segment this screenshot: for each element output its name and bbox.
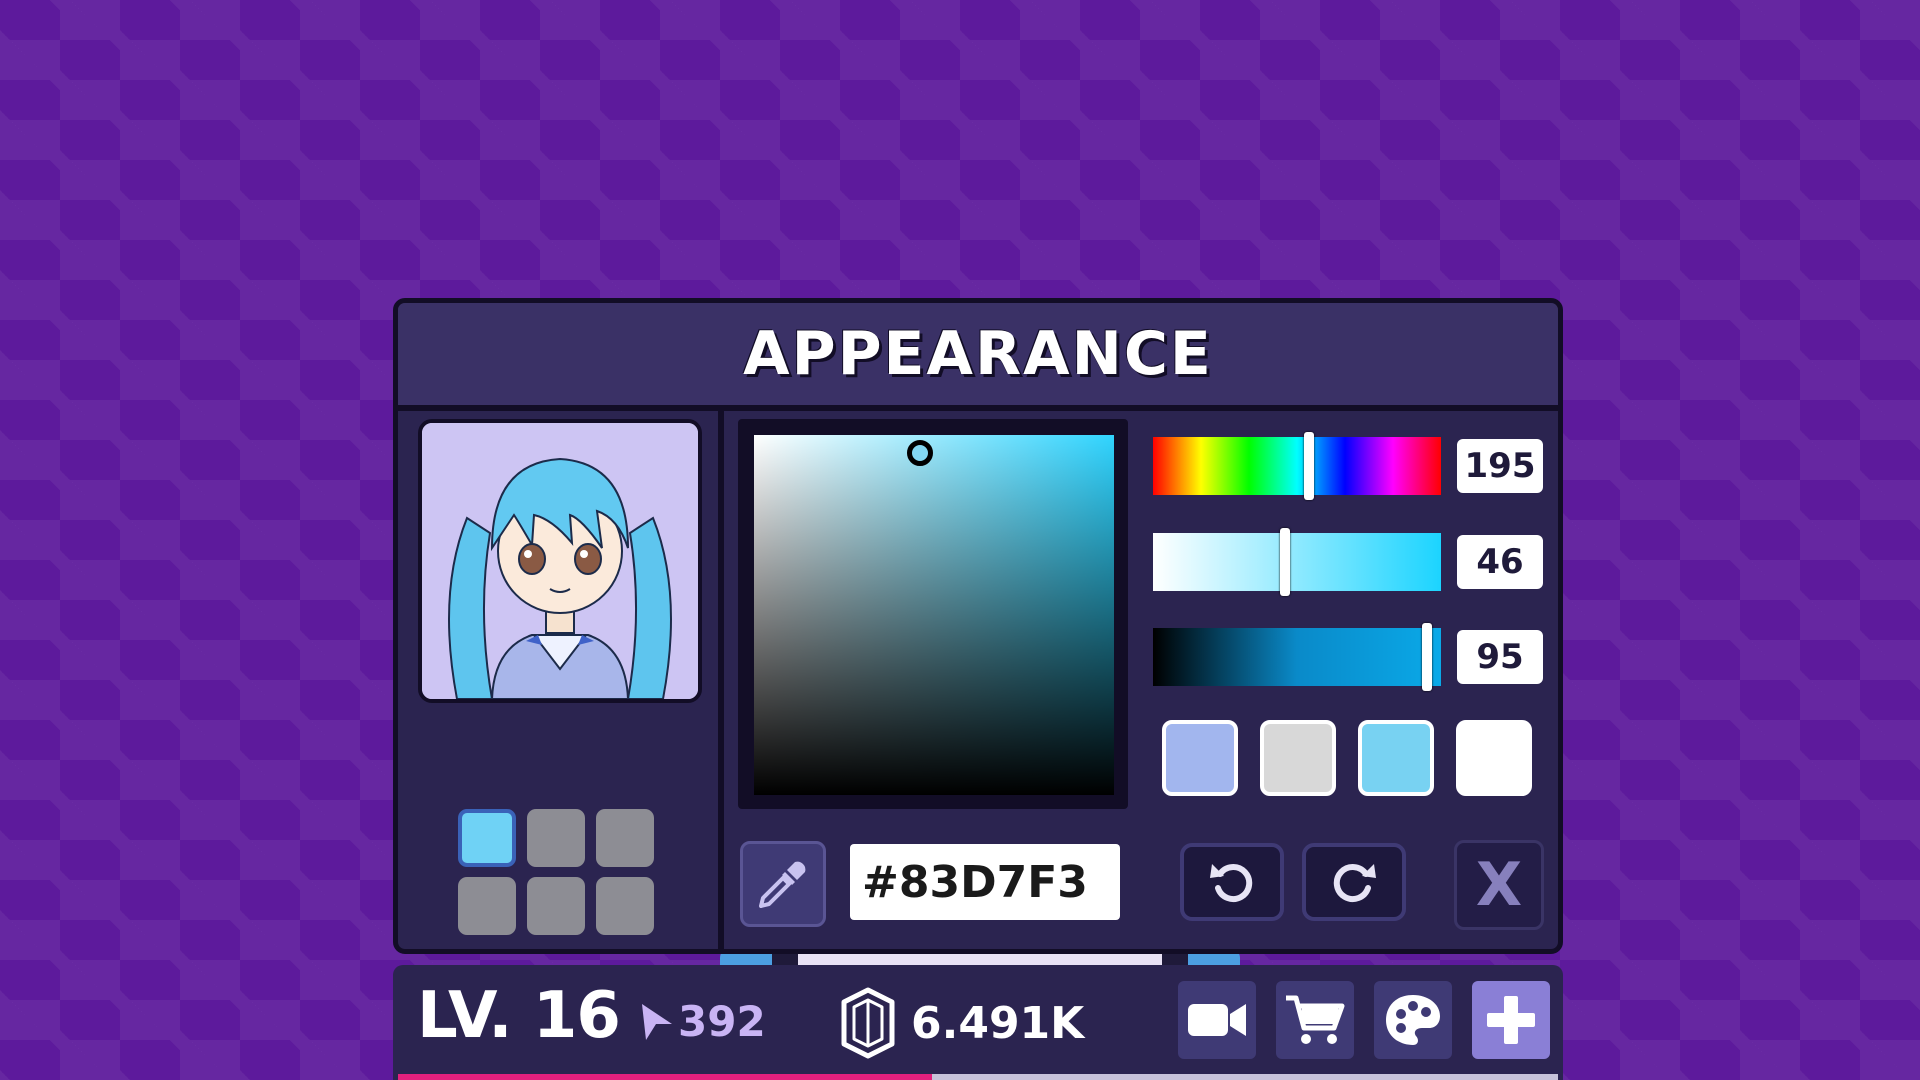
- swatch-4[interactable]: [1456, 720, 1532, 796]
- xp-progress-fill: [398, 1074, 932, 1080]
- hue-slider[interactable]: [1153, 432, 1441, 500]
- color-slot-3[interactable]: [596, 809, 654, 867]
- undo-button[interactable]: [1180, 843, 1284, 921]
- saturation-slider[interactable]: [1153, 528, 1441, 596]
- arrow-value: 392: [678, 997, 766, 1046]
- saturation-value-picker[interactable]: [738, 419, 1128, 809]
- xp-progress-bar: [398, 1074, 1558, 1080]
- title-bar: APPEARANCE: [398, 303, 1558, 411]
- hue-slider-handle[interactable]: [1303, 432, 1314, 500]
- gem-value: 6.491K: [911, 997, 1085, 1049]
- value-slider-handle[interactable]: [1421, 623, 1432, 691]
- swatch-2[interactable]: [1260, 720, 1336, 796]
- cursor-arrow-icon: [642, 1003, 672, 1040]
- color-picker-cursor[interactable]: [906, 440, 933, 466]
- character-portrait: [418, 419, 702, 703]
- character-avatar-image: [422, 423, 698, 699]
- close-label: X: [1475, 850, 1523, 920]
- shopping-cart-icon: [1286, 995, 1345, 1044]
- video-camera-icon: [1188, 1004, 1246, 1036]
- color-slot-6[interactable]: [596, 877, 654, 935]
- color-slot-1[interactable]: [458, 809, 516, 867]
- appearance-panel: APPEARANCE 195 46 95 #83D7F3 X: [393, 298, 1563, 954]
- shop-button[interactable]: [1276, 981, 1354, 1059]
- saturation-track[interactable]: [1153, 533, 1441, 591]
- eyedropper-icon: [759, 861, 806, 908]
- add-button[interactable]: [1472, 981, 1550, 1059]
- left-column: [398, 411, 724, 949]
- undo-icon: [1210, 864, 1253, 903]
- gem-count: 6.491K: [841, 987, 1084, 1059]
- bottom-status-bar: LV. 16 392 6.491K: [393, 965, 1563, 1080]
- color-slot-5[interactable]: [527, 877, 585, 935]
- hue-track[interactable]: [1153, 437, 1441, 495]
- saturation-value[interactable]: 46: [1457, 535, 1543, 589]
- saturation-value-field[interactable]: [754, 435, 1114, 795]
- value-track[interactable]: [1153, 628, 1441, 686]
- redo-button[interactable]: [1302, 843, 1406, 921]
- eyedropper-button[interactable]: [740, 841, 826, 927]
- arrow-count: 392: [638, 997, 766, 1046]
- color-slot-4[interactable]: [458, 877, 516, 935]
- brightness-value[interactable]: 95: [1457, 630, 1543, 684]
- panel-title: APPEARANCE: [743, 319, 1213, 389]
- palette-button[interactable]: [1374, 981, 1452, 1059]
- palette-icon: [1386, 995, 1440, 1045]
- redo-icon: [1333, 864, 1376, 903]
- swatch-3[interactable]: [1358, 720, 1434, 796]
- player-level: LV. 16: [417, 979, 621, 1053]
- color-slot-grid: [458, 809, 658, 935]
- saturation-slider-handle[interactable]: [1280, 528, 1291, 596]
- video-button[interactable]: [1178, 981, 1256, 1059]
- hue-value[interactable]: 195: [1457, 439, 1543, 493]
- color-slot-2[interactable]: [527, 809, 585, 867]
- gem-icon: [841, 987, 895, 1059]
- plus-icon: [1487, 996, 1535, 1044]
- value-slider[interactable]: [1153, 623, 1441, 691]
- swatch-1[interactable]: [1162, 720, 1238, 796]
- hex-color-input[interactable]: [850, 844, 1120, 920]
- close-button[interactable]: X: [1454, 840, 1544, 930]
